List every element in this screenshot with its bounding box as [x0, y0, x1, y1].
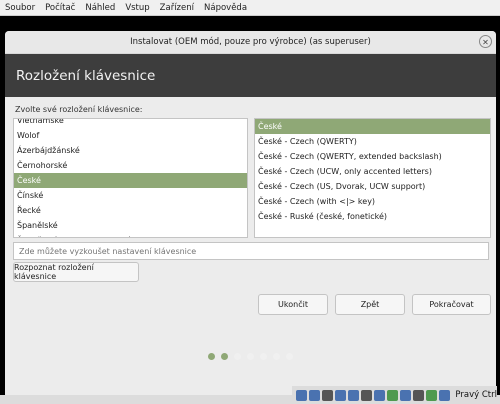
- layout-list-item[interactable]: Španělské (latinskoamerické): [14, 233, 247, 237]
- status-tray: Pravý Ctrl: [292, 386, 497, 404]
- layout-list[interactable]: Vietnamské Wolof Ázerbájdžánské Černohorské…: [13, 118, 248, 238]
- layout-list-item[interactable]: Černohorské: [14, 158, 247, 173]
- window-titlebar: Instalovat (OEM mód, pouze pro výrobce) …: [5, 31, 496, 54]
- layout-list-item[interactable]: Ázerbájdžánské: [14, 143, 247, 158]
- back-button[interactable]: Zpět: [335, 294, 405, 315]
- detect-layout-button[interactable]: Rozpoznat rozložení klávesnice: [13, 262, 139, 282]
- progress-dot: [233, 353, 241, 360]
- menu-item[interactable]: Soubor: [0, 3, 40, 13]
- progress-dot: [259, 353, 267, 360]
- progress-dot: [246, 353, 254, 360]
- variant-list-item[interactable]: České - Czech (QWERTY, extended backslas…: [255, 149, 490, 164]
- variant-list[interactable]: České České - Czech (QWERTY) České - Czech…: [254, 118, 491, 238]
- keyboard-test-input[interactable]: [13, 242, 489, 260]
- menu-item[interactable]: Nápověda: [199, 3, 252, 13]
- quit-button[interactable]: Ukončit: [258, 294, 328, 315]
- variant-list-item[interactable]: České - Czech (QWERTY): [255, 134, 490, 149]
- menu-item[interactable]: Náhled: [80, 3, 120, 13]
- variant-list-item[interactable]: České - Czech (US, Dvorak, UCW support): [255, 179, 490, 194]
- menu-bar: Soubor Počítač Náhled Vstup Zařízení Nápověda: [0, 0, 500, 16]
- layout-list-item[interactable]: České: [14, 173, 247, 188]
- vm-status-icon[interactable]: [426, 389, 438, 401]
- layout-list-item[interactable]: Španělské: [14, 218, 247, 233]
- progress-dots: [0, 353, 500, 360]
- hdd-icon[interactable]: [296, 389, 308, 401]
- folder-share-icon[interactable]: [348, 389, 360, 401]
- variant-list-item[interactable]: České - Czech (with <|> key): [255, 194, 490, 209]
- window-title: Instalovat (OEM mód, pouze pro výrobce) …: [130, 37, 371, 47]
- host-key-label: Pravý Ctrl: [455, 390, 497, 400]
- variant-list-item[interactable]: České - Czech (UCW, only accented letter…: [255, 164, 490, 179]
- menu-item[interactable]: Počítač: [40, 3, 80, 13]
- network-icon[interactable]: [335, 389, 347, 401]
- variant-list-item[interactable]: České: [255, 119, 490, 134]
- mouse-icon[interactable]: [413, 389, 425, 401]
- progress-dot: [285, 353, 293, 360]
- layout-prompt: Zvolte své rozložení klávesnice:: [15, 105, 143, 114]
- progress-dot: [220, 353, 228, 360]
- layout-list-item[interactable]: Wolof: [14, 128, 247, 143]
- display-icon[interactable]: [361, 389, 373, 401]
- layout-list-item[interactable]: Čínské: [14, 188, 247, 203]
- variant-list-item[interactable]: České - Ruské (české, fonetické): [255, 209, 490, 224]
- progress-dot: [207, 353, 215, 360]
- cd-icon[interactable]: [309, 389, 321, 401]
- close-icon[interactable]: ✕: [479, 35, 492, 48]
- cpu-icon[interactable]: [400, 389, 412, 401]
- layout-list-item[interactable]: Řecké: [14, 203, 247, 218]
- page-title: Rozložení klávesnice: [5, 54, 496, 97]
- menu-item[interactable]: Zařízení: [155, 3, 199, 13]
- menu-item[interactable]: Vstup: [120, 3, 154, 13]
- progress-dot: [272, 353, 280, 360]
- layout-list-item[interactable]: Vietnamské: [14, 119, 247, 128]
- usb-icon[interactable]: [322, 389, 334, 401]
- video-icon[interactable]: [374, 389, 386, 401]
- audio-icon[interactable]: [387, 389, 399, 401]
- installer-window: Instalovat (OEM mód, pouze pro výrobce) …: [5, 31, 496, 395]
- continue-button[interactable]: Pokračovat: [412, 294, 491, 315]
- arrow-icon[interactable]: [439, 389, 451, 401]
